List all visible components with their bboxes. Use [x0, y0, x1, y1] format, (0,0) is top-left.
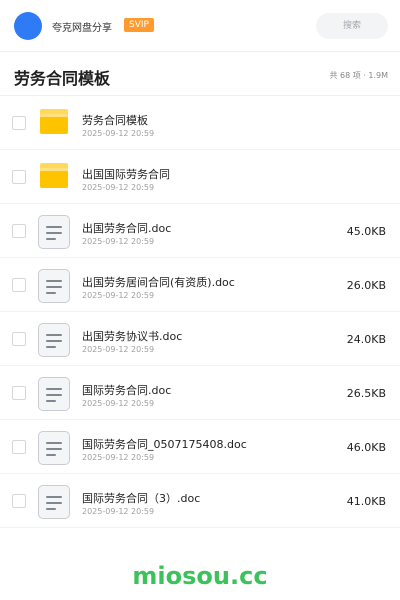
file-name: 出国国际劳务合同 — [82, 168, 170, 181]
file-size: 24.0KB — [346, 333, 386, 346]
row-checkbox[interactable] — [12, 224, 26, 238]
site-name: 夸克网盘分享 — [52, 23, 112, 34]
file-name: 出国劳务合同.doc — [82, 222, 172, 235]
svip-badge: SVIP — [124, 18, 154, 32]
folder-icon — [37, 161, 71, 195]
row-checkbox[interactable] — [12, 278, 26, 292]
document-icon — [37, 215, 71, 249]
file-row[interactable]: 国际劳务合同.doc 2025-09-12 20:59 26.5KB — [0, 366, 400, 420]
file-name: 国际劳务合同_0507175408.doc — [82, 438, 247, 451]
file-date: 2025-09-12 20:59 — [82, 507, 155, 516]
file-row[interactable]: 国际劳务合同_0507175408.doc 2025-09-12 20:59 4… — [0, 420, 400, 474]
watermark: miosou.cc — [132, 562, 268, 590]
file-name: 国际劳务合同（3）.doc — [82, 492, 201, 505]
folder-meta: 共 68 项 · 1.9M — [329, 71, 388, 80]
file-date: 2025-09-12 20:59 — [82, 453, 155, 462]
file-name: 劳务合同模板 — [82, 114, 148, 127]
file-row[interactable]: 出国劳务合同.doc 2025-09-12 20:59 45.0KB — [0, 204, 400, 258]
file-size: 26.5KB — [346, 387, 386, 400]
search-input[interactable] — [316, 13, 388, 39]
folder-titlebar: 劳务合同模板 共 68 项 · 1.9M — [0, 52, 400, 96]
folder-icon — [37, 107, 71, 141]
file-size: 46.0KB — [346, 441, 386, 454]
document-icon — [37, 269, 71, 303]
file-row[interactable]: 国际劳务合同（3）.doc 2025-09-12 20:59 41.0KB — [0, 474, 400, 528]
file-row[interactable]: 出国劳务协议书.doc 2025-09-12 20:59 24.0KB — [0, 312, 400, 366]
avatar[interactable] — [14, 12, 42, 40]
row-checkbox[interactable] — [12, 494, 26, 508]
file-date: 2025-09-12 20:59 — [82, 183, 155, 192]
document-icon — [37, 431, 71, 465]
file-size: 41.0KB — [346, 495, 386, 508]
row-checkbox[interactable] — [12, 386, 26, 400]
file-date: 2025-09-12 20:59 — [82, 345, 155, 354]
file-size: 26.0KB — [346, 279, 386, 292]
file-date: 2025-09-12 20:59 — [82, 291, 155, 300]
file-size: 45.0KB — [346, 225, 386, 238]
file-row[interactable]: 出国劳务居间合同(有资质).doc 2025-09-12 20:59 26.0K… — [0, 258, 400, 312]
share-page: 夸克网盘分享 SVIP 劳务合同模板 共 68 项 · 1.9M 劳务合同模板 … — [0, 0, 400, 600]
file-list: 劳务合同模板 2025-09-12 20:59 出国国际劳务合同 2025-09… — [0, 96, 400, 528]
file-date: 2025-09-12 20:59 — [82, 399, 155, 408]
page-title: 劳务合同模板 — [14, 69, 111, 88]
file-date: 2025-09-12 20:59 — [82, 237, 155, 246]
row-checkbox[interactable] — [12, 332, 26, 346]
file-date: 2025-09-12 20:59 — [82, 129, 155, 138]
file-name: 出国劳务居间合同(有资质).doc — [82, 276, 235, 289]
header: 夸克网盘分享 SVIP — [0, 0, 400, 52]
row-checkbox[interactable] — [12, 170, 26, 184]
row-checkbox[interactable] — [12, 116, 26, 130]
file-name: 出国劳务协议书.doc — [82, 330, 183, 343]
file-row[interactable]: 出国国际劳务合同 2025-09-12 20:59 — [0, 150, 400, 204]
document-icon — [37, 377, 71, 411]
row-checkbox[interactable] — [12, 440, 26, 454]
document-icon — [37, 485, 71, 519]
document-icon — [37, 323, 71, 357]
file-name: 国际劳务合同.doc — [82, 384, 172, 397]
file-row[interactable]: 劳务合同模板 2025-09-12 20:59 — [0, 96, 400, 150]
